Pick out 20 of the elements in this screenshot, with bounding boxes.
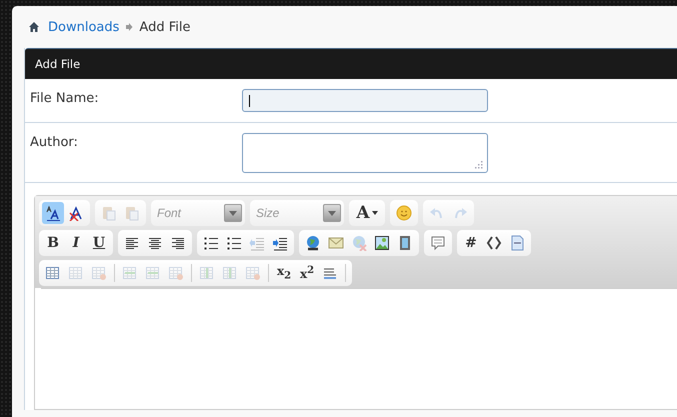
field-label: File Name: <box>30 90 100 108</box>
format-button[interactable]: U <box>88 232 110 254</box>
caret-icon <box>328 210 336 216</box>
field-label: Author: <box>30 134 79 152</box>
resize-grip-icon[interactable] <box>474 160 483 169</box>
author-field[interactable] <box>242 133 488 173</box>
format-button[interactable]: B <box>42 232 64 254</box>
caret-icon <box>229 210 237 216</box>
text-color-button[interactable]: A <box>352 202 382 224</box>
caret-icon <box>372 211 378 215</box>
script-button[interactable]: x$_{2}$ <box>273 262 295 284</box>
file-name-field[interactable] <box>242 89 488 112</box>
format-button[interactable]: # <box>460 232 482 254</box>
panel-title: Add File <box>35 57 80 71</box>
script-button[interactable]: x$^{2}$ <box>296 262 318 284</box>
home-icon[interactable] <box>28 21 40 33</box>
breadcrumb-link[interactable]: Downloads <box>48 20 120 34</box>
format-button[interactable]: I <box>65 232 87 254</box>
breadcrumb-current: Add File <box>139 20 190 34</box>
arrow-icon <box>125 22 134 32</box>
